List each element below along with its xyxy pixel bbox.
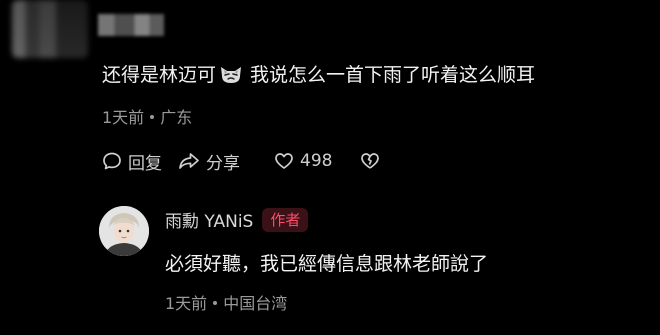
like-button[interactable]: 498: [274, 151, 360, 171]
meta-dot: [213, 301, 218, 305]
avatar-portrait-icon: [99, 206, 149, 256]
reply-button[interactable]: 回复: [102, 149, 178, 174]
reply-text: 必須好聽，我已經傳信息跟林老師說了: [165, 253, 489, 275]
reply-time: 1天前: [165, 294, 208, 313]
cat-emoji-icon: [221, 67, 242, 83]
reply-header: 雨勳 YANiS 作者: [165, 207, 309, 232]
meta-dot: [150, 115, 155, 119]
reply-author-name[interactable]: 雨勳 YANiS: [165, 207, 253, 232]
dislike-button[interactable]: [360, 151, 380, 171]
comment-actions: 回复 分享 498: [102, 148, 380, 174]
comment-text: 还得是林迈可 我说怎么一首下雨了听着这么顺耳: [102, 61, 535, 89]
author-badge: 作者: [262, 207, 309, 232]
comment-time: 1天前: [102, 108, 145, 127]
comment-bubble-icon: [103, 152, 121, 170]
comment-meta: 1天前 广东: [102, 104, 192, 128]
reply-avatar[interactable]: [99, 206, 149, 256]
comment-location: 广东: [160, 108, 193, 127]
reply-location: 中国台湾: [223, 294, 288, 313]
redacted-username[interactable]: [98, 14, 164, 36]
comment-text-part-1: 还得是林迈可: [102, 64, 217, 86]
like-count: 498: [300, 151, 333, 171]
share-arrow-icon: [179, 153, 199, 169]
comment-text-part-2: 我说怎么一首下雨了听着这么顺耳: [250, 64, 536, 86]
reply-label: 回复: [128, 153, 162, 174]
share-label: 分享: [206, 153, 240, 174]
reply-meta: 1天前 中国台湾: [165, 290, 287, 314]
broken-heart-icon: [361, 153, 379, 169]
share-button[interactable]: 分享: [178, 149, 274, 174]
redacted-avatar[interactable]: [12, 0, 88, 58]
heart-icon: [275, 153, 293, 169]
